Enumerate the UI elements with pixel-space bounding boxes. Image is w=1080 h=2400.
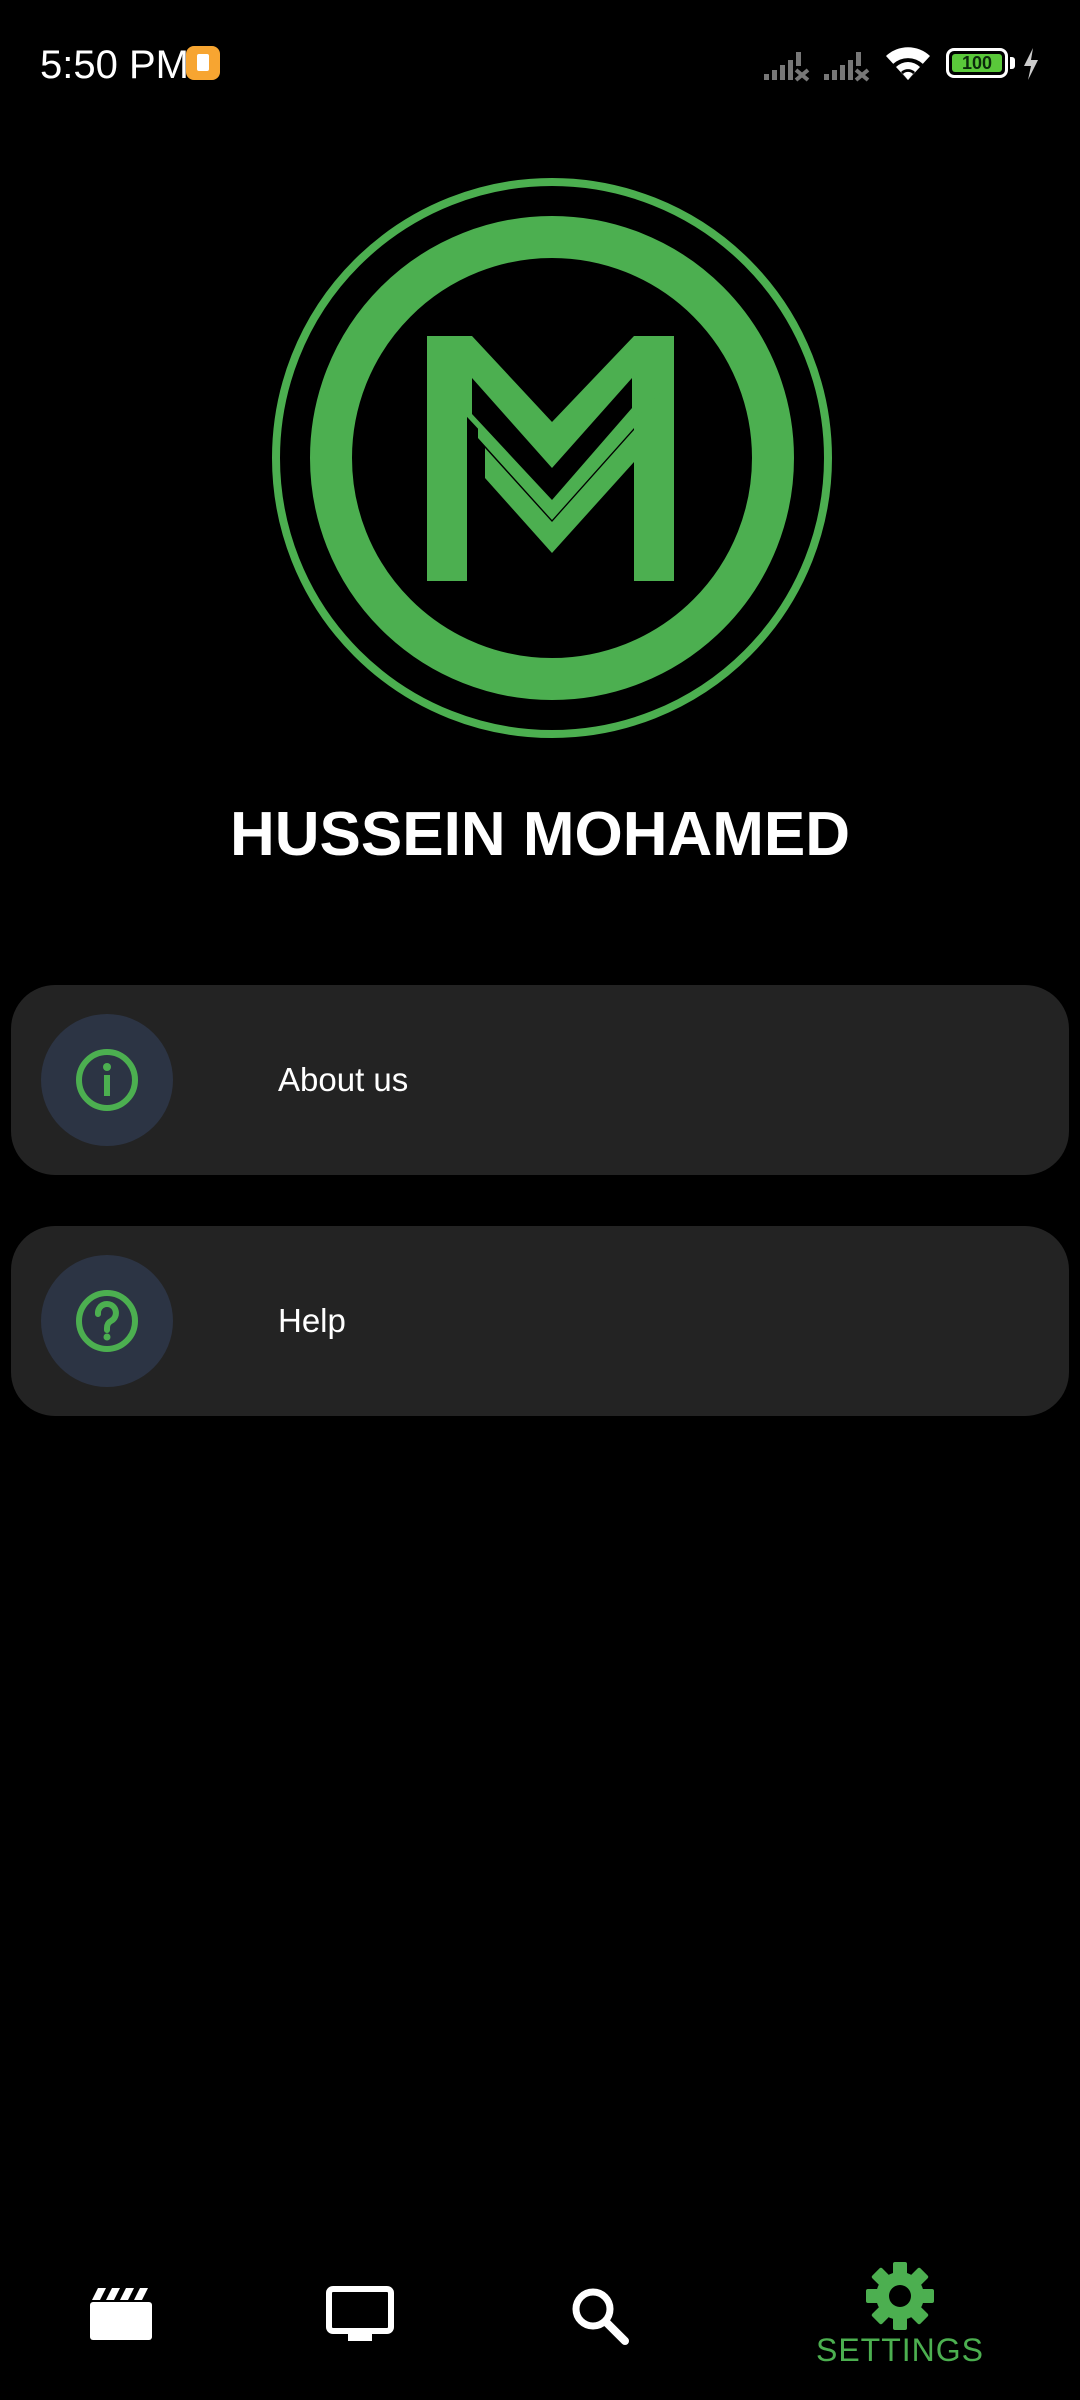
charging-icon (1024, 48, 1038, 80)
battery-level: 100 (952, 54, 1002, 72)
battery-icon: 100 (946, 48, 1008, 78)
notification-icon (186, 46, 220, 80)
nav-search[interactable] (540, 2230, 660, 2400)
about-us-label: About us (278, 1061, 409, 1098)
nav-settings[interactable]: SETTINGS (800, 2230, 1000, 2400)
user-name: HUSSEIN MOHAMED (229, 800, 851, 869)
status-bar: 5:50 PM 100 (0, 0, 1080, 130)
info-icon-badge (41, 1014, 173, 1146)
movie-clapper-icon (90, 2288, 152, 2340)
tv-icon (326, 2286, 394, 2341)
search-icon (572, 2288, 629, 2345)
bottom-navigation: SETTINGS (0, 2230, 1080, 2400)
nav-movies[interactable] (60, 2230, 180, 2400)
status-time: 5:50 PM (40, 43, 189, 87)
signal-icon (764, 52, 810, 82)
m-logo-icon (272, 178, 832, 738)
nav-tv[interactable] (300, 2230, 420, 2400)
settings-icon (866, 2262, 934, 2330)
wifi-icon (886, 47, 930, 80)
help-icon-badge (41, 1255, 173, 1387)
help-label: Help (278, 1302, 346, 1339)
battery-cap (1010, 57, 1015, 69)
about-us-item[interactable]: About us (11, 985, 1069, 1175)
help-item[interactable]: Help (11, 1226, 1069, 1416)
info-icon (76, 1049, 138, 1111)
signal-icon (824, 52, 870, 82)
help-icon (76, 1290, 138, 1352)
nav-settings-label: SETTINGS (815, 2332, 984, 2368)
